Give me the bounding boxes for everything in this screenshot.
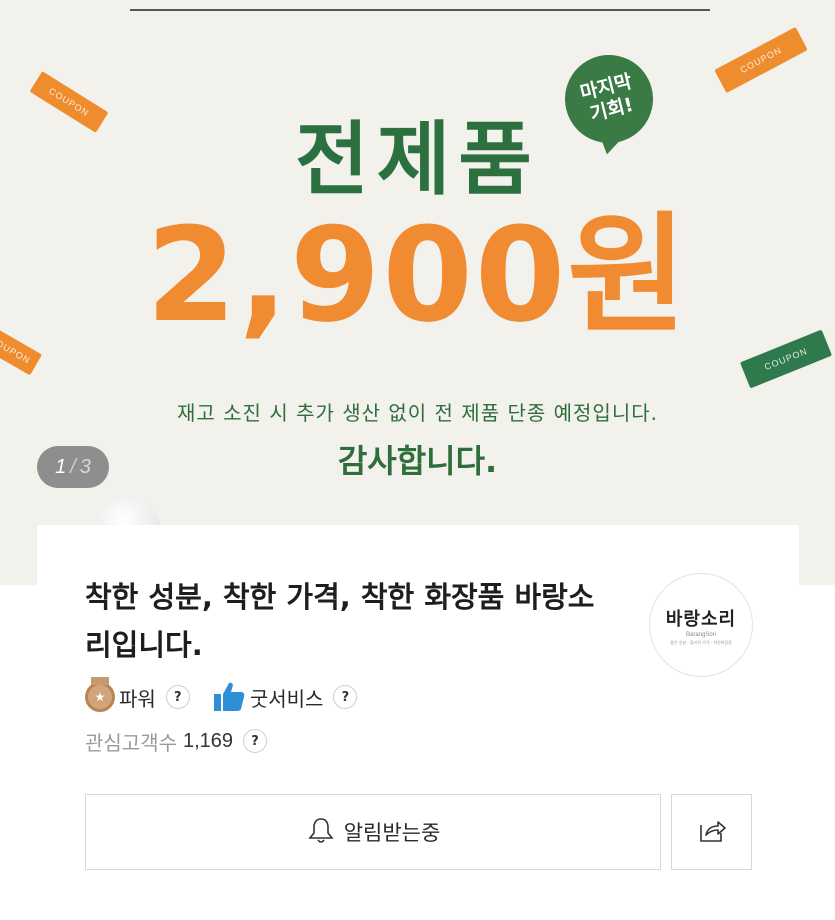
promo-notice: 재고 소진 시 추가 생산 없이 전 제품 단종 예정입니다. xyxy=(177,401,658,425)
follower-label: 관심고객수 xyxy=(85,730,177,755)
notification-button[interactable]: 알림받는중 xyxy=(85,794,661,870)
power-badge-label: 파워 xyxy=(119,686,156,711)
promo-price: 2,900원 xyxy=(146,199,689,351)
pager-separator: / xyxy=(70,455,76,478)
good-service-badge-label: 굿서비스 xyxy=(249,686,324,711)
store-logo[interactable]: 바랑소리 BarangSori 좋은 성분 · 합리적 가격 · 착한화장품 xyxy=(649,573,753,677)
follower-number: 1,169 xyxy=(183,729,234,752)
thumbs-up-icon xyxy=(212,680,246,714)
good-service-help-button[interactable]: ? xyxy=(333,685,358,709)
pager-current: 1 xyxy=(55,455,67,478)
promo-headline: 전제품 xyxy=(295,113,540,206)
logo-korean: 바랑소리 xyxy=(665,608,737,630)
logo-english: BarangSori xyxy=(685,631,717,638)
store-badges: ★ 파워 ? 굿서비스 ? xyxy=(85,677,358,714)
power-help-button[interactable]: ? xyxy=(165,685,190,709)
divider-line xyxy=(130,9,710,11)
slide-pager: 1 / 3 xyxy=(37,446,109,488)
promo-banner[interactable]: COUPON COUPON COUPON COUPON 마지막 기회! 전제품 … xyxy=(0,0,835,585)
coupon-decoration: COUPON xyxy=(714,26,808,94)
store-title: 착한 성분, 착한 가격, 착한 화장품 바랑소리입니다. xyxy=(85,580,595,662)
share-icon xyxy=(697,815,727,849)
store-info-card: 착한 성분, 착한 가격, 착한 화장품 바랑소리입니다. 바랑소리 Baran… xyxy=(37,525,799,920)
medal-icon: ★ xyxy=(85,677,115,712)
bell-icon xyxy=(306,815,336,849)
pager-total: 3 xyxy=(79,455,91,478)
share-button[interactable] xyxy=(671,794,752,870)
follower-count: 관심고객수 1,169 ? xyxy=(85,726,268,756)
promo-thanks: 감사합니다. xyxy=(337,442,498,480)
follower-help-button[interactable]: ? xyxy=(243,729,268,753)
notification-label: 알림받는중 xyxy=(343,821,441,845)
logo-slogan: 좋은 성분 · 합리적 가격 · 착한화장품 xyxy=(670,639,732,645)
